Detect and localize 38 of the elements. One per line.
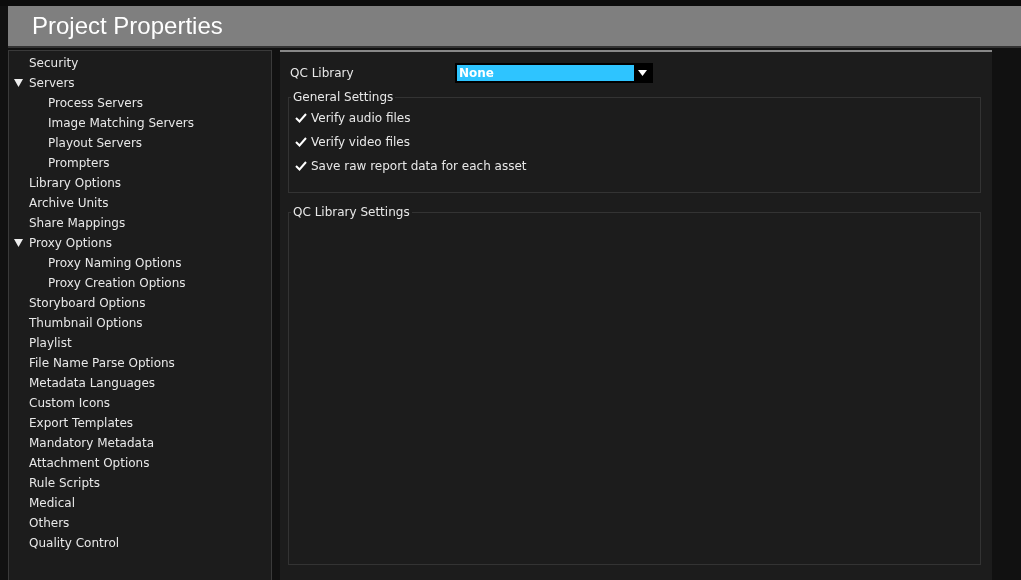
checkmark-icon[interactable] (295, 113, 307, 123)
sidebar-item[interactable]: Security (29, 55, 79, 71)
group-title: QC Library Settings (292, 205, 411, 219)
sidebar-item[interactable]: Proxy Creation Options (48, 275, 186, 291)
sidebar-item[interactable]: Archive Units (29, 195, 109, 211)
sidebar-item[interactable]: Playout Servers (48, 135, 143, 151)
checkbox-label[interactable]: Verify audio files (311, 111, 411, 125)
sidebar-item[interactable]: Share Mappings (29, 215, 126, 231)
sidebar-item[interactable]: Thumbnail Options (29, 315, 143, 331)
group-title: General Settings (292, 90, 395, 104)
expand-triangle-icon[interactable] (14, 79, 23, 87)
sidebar-item[interactable]: Prompters (48, 155, 110, 171)
sidebar-item[interactable]: Process Servers (48, 95, 143, 111)
sidebar-item[interactable]: Custom Icons (29, 395, 111, 411)
sidebar-item[interactable]: Proxy Options (29, 235, 112, 251)
checkbox-label[interactable]: Save raw report data for each asset (311, 159, 527, 173)
sidebar-item[interactable]: Playlist (29, 335, 72, 351)
sidebar-item[interactable]: Storyboard Options (29, 295, 146, 311)
sidebar-item[interactable]: Export Templates (29, 415, 134, 431)
window-title: Project Properties (8, 6, 1021, 48)
sidebar-item[interactable]: Attachment Options (29, 455, 150, 471)
dropdown-caret-icon[interactable] (638, 70, 647, 76)
checkbox-label[interactable]: Verify video files (311, 135, 410, 149)
sidebar-item[interactable]: Proxy Naming Options (48, 255, 182, 271)
sidebar-item[interactable]: File Name Parse Options (29, 355, 175, 371)
sidebar-item[interactable]: Library Options (29, 175, 122, 191)
sidebar-item[interactable]: Metadata Languages (29, 375, 156, 391)
sidebar-item[interactable]: Medical (29, 495, 75, 511)
checkmark-icon[interactable] (295, 161, 307, 171)
checkmark-icon[interactable] (295, 137, 307, 147)
sidebar-item[interactable]: Mandatory Metadata (29, 435, 154, 451)
sidebar-item[interactable]: Others (29, 515, 70, 531)
sidebar-item[interactable]: Quality Control (29, 535, 120, 551)
field-label: QC Library (290, 66, 355, 80)
expand-triangle-icon[interactable] (14, 239, 23, 247)
sidebar-item[interactable]: Servers (29, 75, 75, 91)
sidebar-item[interactable]: Rule Scripts (29, 475, 100, 491)
sidebar-item[interactable]: Image Matching Servers (48, 115, 194, 131)
